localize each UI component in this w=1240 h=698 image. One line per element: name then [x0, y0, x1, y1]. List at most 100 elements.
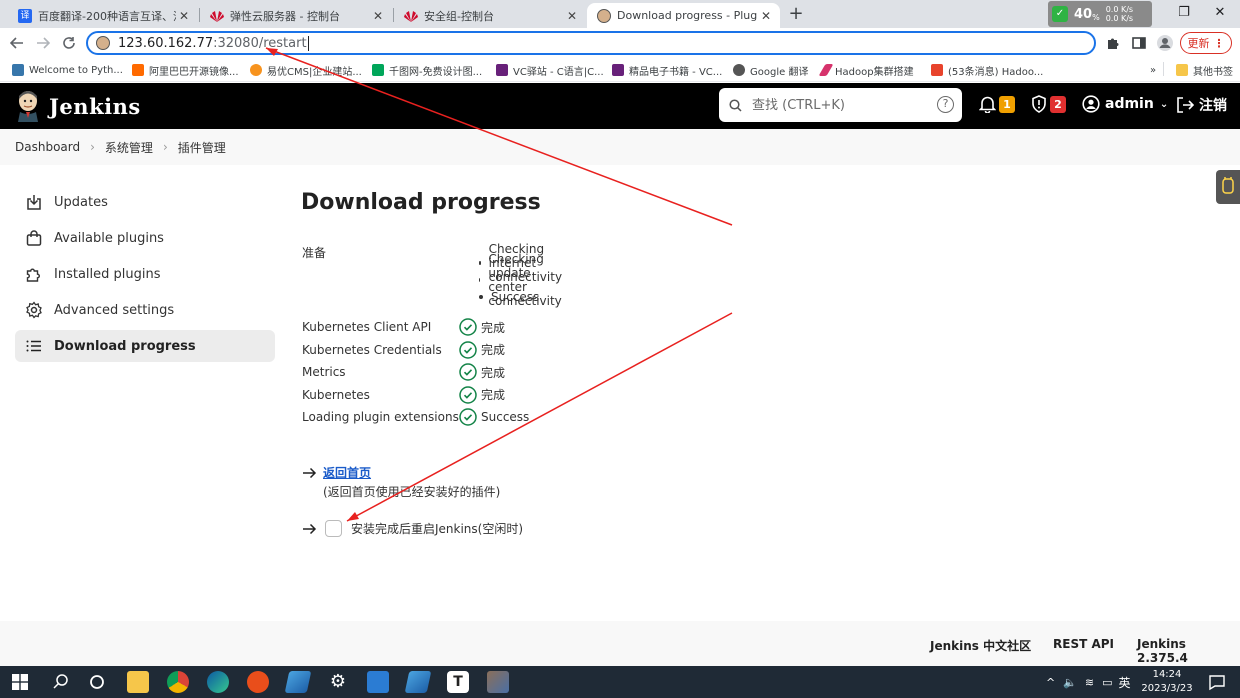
ime-indicator[interactable]: 英 [1119, 674, 1131, 691]
bookmark-vcstation[interactable]: VC驿站 - C语言|C... [496, 62, 604, 78]
chevron-up-icon[interactable]: ^ [1046, 676, 1055, 689]
baidu-translate-icon: 译 [18, 8, 32, 23]
page-title: Download progress [301, 190, 541, 215]
file-explorer-icon[interactable] [127, 671, 149, 693]
text-caret [307, 35, 309, 51]
browser-update-button[interactable]: 更新 ⋮ [1180, 32, 1232, 54]
bookmark-label: 精品电子书籍 - VC... [629, 66, 723, 78]
help-icon[interactable]: ? [937, 96, 954, 113]
arrow-left-icon [10, 37, 23, 49]
bookmarks-bar: Welcome to Pyth... 阿里巴巴开源镜像... 易优CMS|企业建… [0, 58, 1240, 82]
logout-link[interactable]: 注销 [1176, 95, 1227, 115]
windows-start-icon[interactable] [12, 674, 28, 690]
huawei-icon [210, 10, 224, 22]
status-text: 完成 [481, 365, 506, 380]
security-warnings-button[interactable]: 2 [1031, 95, 1066, 113]
footer-rest-api-link[interactable]: REST API [1053, 637, 1114, 651]
profile-avatar-icon[interactable] [1156, 34, 1174, 52]
notification-center-icon[interactable] [1206, 671, 1228, 693]
search-icon[interactable] [50, 671, 72, 693]
footer-community-link[interactable]: Jenkins 中文社区 [930, 637, 1031, 654]
jenkins-header: Jenkins ? 1 2 admin ⌄ 注销 [0, 83, 1240, 129]
footer-version-link[interactable]: Jenkins 2.375.4 [1137, 637, 1240, 665]
floating-side-widget[interactable] [1216, 170, 1240, 204]
restart-after-install-checkbox[interactable] [325, 520, 342, 537]
more-bookmarks-chevron-icon[interactable]: » [1150, 62, 1156, 78]
jenkins-logo-link[interactable]: Jenkins [15, 90, 141, 122]
jenkins-icon [597, 8, 611, 23]
forward-button[interactable] [32, 32, 54, 54]
bookmark-google-translate[interactable]: Google 翻译 [733, 62, 808, 78]
sidebar-item-advanced-settings[interactable]: Advanced settings [15, 294, 275, 326]
extensions-puzzle-icon[interactable] [1104, 34, 1122, 52]
plugin-name: Metrics [302, 365, 346, 380]
tab-baidu-translate[interactable]: 译 百度翻译-200种语言互译、沟通 ✕ [8, 3, 198, 28]
address-bar[interactable]: 123.60.162.77 :32080/restart [86, 31, 1096, 55]
other-bookmarks-folder[interactable]: 其他书签 [1176, 62, 1233, 78]
breadcrumb-manage[interactable]: 系统管理 [105, 139, 153, 156]
wifi-icon[interactable]: ≋ [1085, 676, 1094, 689]
typora-icon[interactable]: T [447, 671, 469, 693]
app-icon[interactable] [284, 671, 312, 693]
chevron-right-icon: › [162, 140, 168, 154]
search-input[interactable] [752, 97, 922, 113]
system-tray: ^ 🔈 ≋ ▭ 英 [1046, 666, 1131, 698]
edge-icon[interactable] [207, 671, 229, 693]
speaker-icon[interactable]: 🔈 [1063, 676, 1077, 689]
logout-label: 注销 [1199, 98, 1227, 114]
user-menu[interactable]: admin ⌄ [1082, 95, 1168, 113]
restore-window-button[interactable]: ❐ [1170, 4, 1198, 22]
battery-icon[interactable]: ▭ [1102, 676, 1112, 689]
restart-label[interactable]: 安装完成后重启Jenkins(空闲时) [351, 520, 523, 537]
bookmark-csdn[interactable]: (53条消息) Hadoo... [931, 62, 1043, 78]
table-row: Loading plugin extensions Success [302, 406, 529, 429]
close-icon[interactable]: ✕ [564, 8, 580, 24]
media-player-icon[interactable] [367, 671, 389, 693]
back-to-home-link[interactable]: 返回首页 [323, 464, 371, 481]
58pic-icon [372, 64, 384, 76]
app-icon[interactable] [404, 671, 432, 693]
cortana-icon[interactable] [86, 671, 108, 693]
browser-tab-strip: 译 百度翻译-200种语言互译、沟通 ✕ 弹性云服务器 - 控制台 ✕ 安全组-… [0, 0, 1240, 28]
new-tab-button[interactable]: + [786, 4, 806, 24]
gear-icon[interactable]: ⚙ [327, 671, 349, 693]
tab-ecs-console[interactable]: 弹性云服务器 - 控制台 ✕ [200, 3, 392, 28]
network-monitor-widget[interactable]: ✓ 40 % 0.0 K/s 0.0 K/s [1048, 1, 1152, 27]
bookmark-python[interactable]: Welcome to Pyth... [12, 62, 123, 78]
sidebar-item-label: Updates [54, 194, 108, 210]
bookmark-aliyun-mirror[interactable]: 阿里巴巴开源镜像... [132, 62, 239, 78]
bookmark-hadoop[interactable]: Hadoop集群搭建 [818, 62, 914, 78]
translate-widget-icon [1222, 177, 1234, 194]
bookmark-58pic[interactable]: 千图网-免费设计图... [372, 62, 482, 78]
search-box[interactable]: ? [719, 88, 962, 122]
status-text: Success [481, 410, 530, 425]
tab-title: 安全组-控制台 [424, 9, 494, 23]
close-icon[interactable]: ✕ [370, 8, 386, 24]
reload-button[interactable] [58, 32, 80, 54]
system-clock[interactable]: 14:24 2023/3/23 [1140, 668, 1194, 696]
breadcrumb-plugins[interactable]: 插件管理 [178, 139, 226, 156]
breadcrumb-dashboard[interactable]: Dashboard [15, 140, 80, 154]
table-row: Kubernetes Client API 完成 [302, 316, 529, 339]
bookmark-eyoucms[interactable]: 易优CMS|企业建站... [250, 62, 362, 78]
bookmark-ebooks[interactable]: 精品电子书籍 - VC... [612, 62, 722, 78]
tab-security-group[interactable]: 安全组-控制台 ✕ [394, 3, 586, 28]
tab-title: 弹性云服务器 - 控制台 [230, 9, 340, 23]
tab-title: Download progress - Plugin M [617, 9, 758, 22]
close-window-button[interactable]: ✕ [1206, 4, 1234, 22]
back-button[interactable] [6, 32, 28, 54]
sidebar-item-download-progress[interactable]: Download progress [15, 330, 275, 362]
sidebar-item-installed-plugins[interactable]: Installed plugins [15, 258, 275, 290]
logout-icon [1177, 97, 1194, 113]
close-icon[interactable]: ✕ [758, 8, 774, 24]
weibo-icon[interactable] [247, 671, 269, 693]
notifications-button[interactable]: 1 [979, 95, 1015, 113]
sidebar-item-available-plugins[interactable]: Available plugins [15, 222, 275, 254]
browser-toolbar: 123.60.162.77 :32080/restart 更新 ⋮ [0, 28, 1240, 58]
image-viewer-icon[interactable] [487, 671, 509, 693]
chrome-icon[interactable] [167, 671, 189, 693]
tab-download-progress[interactable]: Download progress - Plugin M ✕ [587, 3, 780, 28]
side-panel-icon[interactable] [1130, 34, 1148, 52]
close-icon[interactable]: ✕ [176, 8, 192, 24]
sidebar-item-updates[interactable]: Updates [15, 186, 275, 218]
